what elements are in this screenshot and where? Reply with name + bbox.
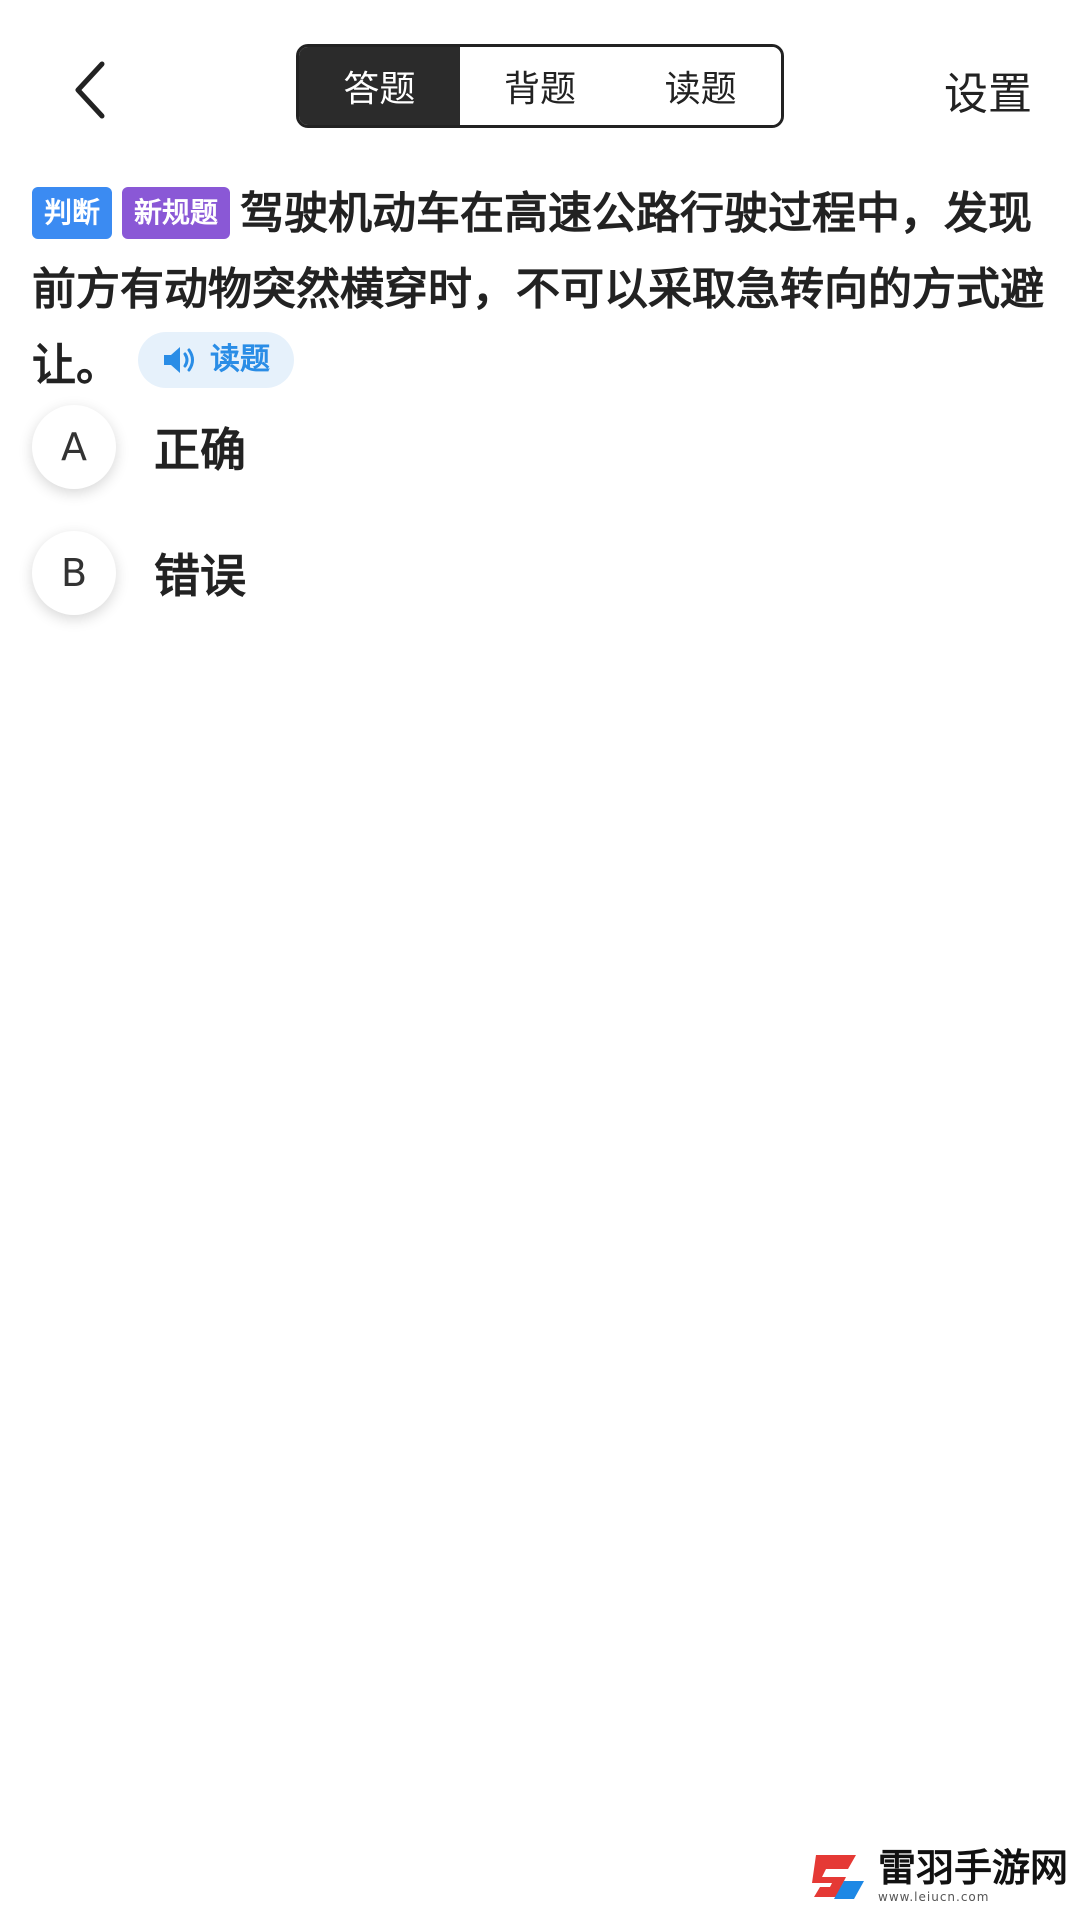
- watermark-name: 雷羽手游网: [878, 1845, 1069, 1890]
- read-question-label: 读题: [210, 342, 270, 377]
- tab-answer[interactable]: 答题: [299, 47, 460, 125]
- option-a[interactable]: A 正确: [32, 402, 832, 492]
- tab-read[interactable]: 读题: [620, 47, 781, 125]
- option-letter: B: [32, 531, 116, 615]
- option-text: 正确: [154, 423, 246, 477]
- top-bar: 答题 背题 读题 设置: [0, 0, 1080, 180]
- read-question-button[interactable]: 读题: [138, 332, 294, 388]
- settings-button[interactable]: 设置: [944, 58, 1032, 122]
- option-letter: A: [32, 405, 116, 489]
- option-b[interactable]: B 错误: [32, 528, 832, 618]
- question-page: 答题 背题 读题 设置 判断 新规题 驾驶机动车在高速公路行驶过程中，发现前方有动物…: [0, 0, 1080, 1920]
- question-block: 判断 新规题 驾驶机动车在高速公路行驶过程中，发现前方有动物突然横穿时，不可以采取急…: [32, 176, 1048, 404]
- watermark: 雷羽手游网 www.leiucn.com: [808, 1838, 1068, 1912]
- chevron-left-icon: [75, 61, 105, 119]
- watermark-logo-icon: [812, 1855, 864, 1899]
- speaker-icon: [164, 347, 194, 373]
- tab-memorize[interactable]: 背题: [459, 47, 621, 125]
- option-text: 错误: [154, 549, 246, 603]
- back-button[interactable]: [40, 40, 140, 140]
- mode-segmented-control: 答题 背题 读题: [296, 44, 784, 128]
- tag-judgement: 判断: [32, 187, 113, 239]
- watermark-url: www.leiucn.com: [878, 1890, 990, 1904]
- tag-new-rule: 新规题: [122, 187, 231, 239]
